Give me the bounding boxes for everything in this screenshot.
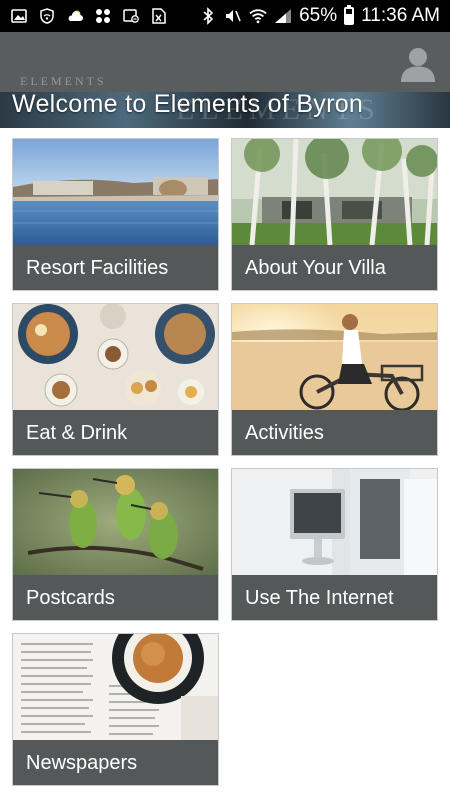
weather-cloud-icon (66, 8, 84, 24)
user-avatar-icon[interactable] (398, 44, 438, 84)
apps-grid-icon (94, 8, 112, 24)
tile-label: Activities (232, 410, 437, 455)
tile-label: Newspapers (13, 740, 218, 785)
tile-resort-facilities[interactable]: Resort Facilities (12, 138, 219, 291)
tile-label: About Your Villa (232, 245, 437, 290)
signal-icon (274, 8, 292, 24)
battery-icon (344, 5, 355, 25)
image-icon (10, 8, 28, 24)
status-bar: 65% 11:36 AM (0, 0, 450, 32)
battery-fill (346, 13, 353, 23)
tile-label: Eat & Drink (13, 410, 218, 455)
coffee-newspaper-photo (13, 634, 218, 740)
page-title: Welcome to Elements of Byron (12, 90, 364, 118)
tile-newspapers[interactable]: Newspapers (12, 633, 219, 786)
mute-icon (224, 8, 242, 24)
status-notification-icons (10, 8, 168, 24)
tile-label: Resort Facilities (13, 245, 218, 290)
tile-eat-and-drink[interactable]: Eat & Drink (12, 303, 219, 456)
resort-pool-photo (13, 139, 218, 245)
beach-bike-photo (232, 304, 437, 410)
food-table-photo (13, 304, 218, 410)
tile-label: Use The Internet (232, 575, 437, 620)
shield-wifi-icon (38, 8, 56, 24)
status-system-icons: 65% 11:36 AM (199, 5, 440, 27)
villa-trees-photo (232, 139, 437, 245)
wifi-icon (249, 8, 267, 24)
clock: 11:36 AM (361, 5, 440, 26)
bee-eater-birds-photo (13, 469, 218, 575)
tile-about-your-villa[interactable]: About Your Villa (231, 138, 438, 291)
tile-postcards[interactable]: Postcards (12, 468, 219, 621)
tile-use-the-internet[interactable]: Use The Internet (231, 468, 438, 621)
tile-label: Postcards (13, 575, 218, 620)
computer-desk-photo (232, 469, 437, 575)
bluetooth-icon (199, 7, 217, 25)
tile-activities[interactable]: Activities (231, 303, 438, 456)
excel-file-icon (150, 8, 168, 24)
app-header: ELEMENTS ELEMENTS Welcome to Elements of… (0, 32, 450, 128)
screen-share-icon (122, 8, 140, 24)
header-logo-small: ELEMENTS (20, 74, 107, 88)
battery-percent: 65% (299, 5, 338, 26)
